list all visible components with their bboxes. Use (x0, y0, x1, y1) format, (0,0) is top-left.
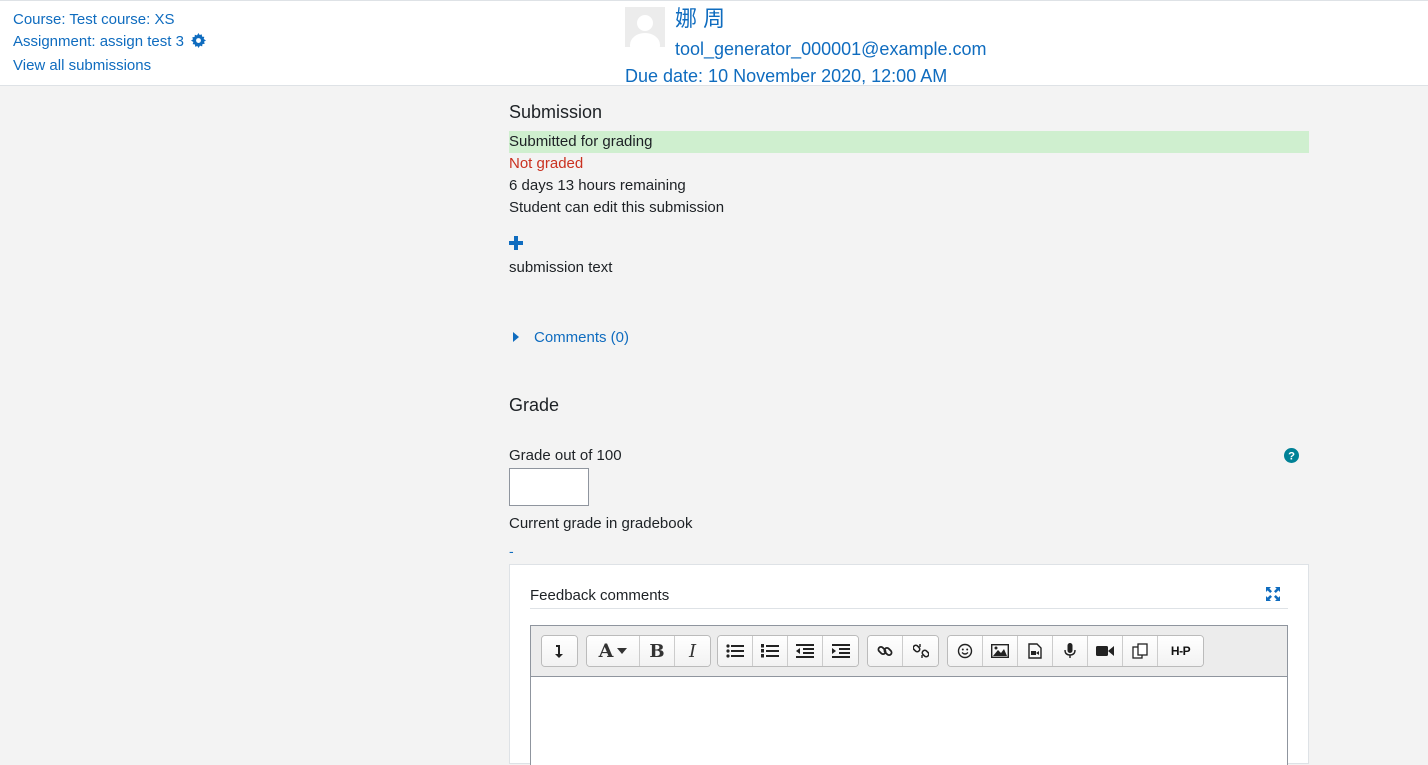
feedback-comments-panel: Feedback comments A B I H-P (509, 564, 1309, 765)
feedback-header: Feedback comments (530, 585, 1288, 609)
editor-toolbar: A B I H-P (531, 626, 1287, 677)
view-all-submissions-link[interactable]: View all submissions (13, 57, 151, 74)
gear-icon[interactable] (191, 33, 207, 55)
grade-input[interactable] (509, 468, 589, 506)
video-camera-icon[interactable] (1088, 636, 1123, 666)
assignment-link[interactable]: Assignment: assign test 3 (13, 33, 184, 50)
avatar[interactable] (625, 7, 665, 47)
toolbar-group-text: A B I (586, 635, 711, 667)
edit-status: Student can edit this submission (509, 199, 725, 216)
grading-status: Not graded (509, 155, 584, 172)
media-icon[interactable] (1018, 636, 1053, 666)
ordered-list-icon[interactable] (753, 636, 788, 666)
toolbar-group-links (867, 635, 939, 667)
image-icon[interactable] (983, 636, 1018, 666)
unlink-icon[interactable] (903, 636, 938, 666)
toolbar-group-media: H-P (947, 635, 1204, 667)
nav-links: Course: Test course: XS Assignment: assi… (13, 9, 207, 77)
toolbar-group-toggle (541, 635, 578, 667)
current-grade-value[interactable]: - (509, 542, 514, 560)
svg-text:?: ? (1288, 451, 1295, 463)
grade-label: Grade out of 100 (509, 447, 622, 464)
current-grade-label: Current grade in gradebook (509, 515, 693, 532)
italic-icon[interactable]: I (675, 636, 710, 666)
show-more-buttons-icon[interactable] (542, 636, 577, 666)
grade-heading: Grade (509, 395, 560, 415)
course-link[interactable]: Course: Test course: XS (13, 11, 174, 28)
font-style-icon[interactable]: A (587, 636, 640, 666)
comments-link[interactable]: Comments (0) (534, 327, 629, 349)
user-name-link[interactable]: 娜 周 (675, 6, 725, 32)
microphone-icon[interactable] (1053, 636, 1088, 666)
rich-text-editor: A B I H-P (530, 625, 1288, 765)
link-icon[interactable] (868, 636, 903, 666)
caret-right-icon (513, 327, 519, 349)
h5p-icon[interactable]: H-P (1158, 636, 1203, 666)
page-header: Course: Test course: XS Assignment: assi… (0, 0, 1428, 86)
expand-icon[interactable] (1266, 587, 1280, 605)
help-icon[interactable]: ? (1284, 448, 1299, 467)
bold-icon[interactable]: B (640, 636, 675, 666)
user-email: tool_generator_000001@example.com (675, 39, 987, 59)
unordered-list-icon[interactable] (718, 636, 753, 666)
submission-text: submission text (509, 259, 613, 276)
submission-status: Submitted for grading (509, 131, 1309, 153)
submission-heading: Submission (509, 102, 603, 122)
feedback-editor-area[interactable] (531, 677, 1287, 765)
emoji-icon[interactable] (948, 636, 983, 666)
manage-files-icon[interactable] (1123, 636, 1158, 666)
toolbar-group-lists (717, 635, 859, 667)
plus-icon[interactable] (509, 236, 523, 254)
time-remaining: 6 days 13 hours remaining (509, 177, 686, 194)
indent-icon[interactable] (823, 636, 858, 666)
outdent-icon[interactable] (788, 636, 823, 666)
due-date: Due date: 10 November 2020, 12:00 AM (625, 66, 948, 86)
comments-toggle[interactable]: Comments (0) (513, 327, 629, 349)
feedback-title: Feedback comments (530, 587, 670, 604)
